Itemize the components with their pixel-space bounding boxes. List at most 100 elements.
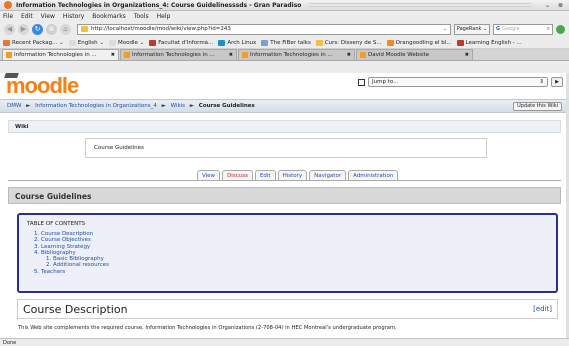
tab-navigator[interactable]: Navigator [309, 170, 347, 180]
bookmark-label: Curs: Disseny de S... [324, 39, 382, 46]
tab-view[interactable]: View [197, 170, 221, 180]
home-button[interactable]: ⌂ [60, 23, 71, 35]
breadcrumb-course[interactable]: Information Technologies in Organization… [35, 103, 157, 109]
toc-link-basic-bibliography[interactable]: Basic Bibliography [53, 256, 104, 262]
addon-icon[interactable] [556, 24, 565, 34]
menu-bar: File Edit View History Bookmarks Tools H… [0, 11, 569, 21]
breadcrumb-sep: ► [189, 103, 195, 109]
toc-link-bibliography[interactable]: Bibliography [41, 250, 76, 256]
close-tab-icon[interactable]: ✖ [111, 52, 115, 58]
url-input[interactable]: http://localhost/moodle/mod/wiki/view.ph… [91, 26, 443, 32]
bookmark-favicon-icon [218, 39, 226, 46]
search-icon[interactable]: ⌕ [547, 25, 550, 33]
wiki-summary: Course Guidelines [85, 138, 487, 158]
bookmark-item[interactable]: Facultat d'Informà... [149, 39, 213, 46]
bookmark-item[interactable]: Learning English - ... [456, 39, 522, 46]
status-bar: Done [0, 338, 569, 346]
tab-divider [8, 180, 561, 181]
bookmark-favicon-icon [149, 39, 157, 46]
bookmark-favicon-icon [109, 39, 116, 46]
tab-edit[interactable]: Edit [254, 170, 276, 180]
close-window-button[interactable]: ⊗ [556, 1, 565, 10]
menu-tools[interactable]: Tools [134, 13, 149, 20]
page-title: Course Guidelines [8, 187, 561, 204]
browser-tab[interactable]: Information Technologies in ... ✖ [238, 49, 355, 60]
search-input[interactable]: Google [502, 26, 547, 32]
toc-link-course-description[interactable]: Course Description [41, 231, 93, 237]
breadcrumb: DMW ► Information Technologies in Organi… [0, 99, 569, 113]
tab-strip: Information Technologies in ... ✖ Informat… [0, 49, 569, 61]
update-wiki-button[interactable]: Update this Wiki [513, 101, 562, 111]
bookmark-item[interactable]: Recent Packag... ⌄ [3, 39, 64, 46]
bookmark-item[interactable]: Arch Linux [218, 39, 257, 46]
bookmark-item[interactable]: Moodle ⌄ [109, 39, 144, 46]
moodle-favicon-icon [6, 52, 12, 58]
menu-view[interactable]: View [41, 13, 55, 20]
window-title: Information Technologies in Organization… [16, 1, 302, 9]
reload-button[interactable]: ↻ [32, 23, 43, 35]
window-titlebar: Information Technologies in Organization… [0, 0, 569, 11]
tab-history[interactable]: History [277, 170, 308, 180]
login-icon[interactable] [358, 78, 365, 86]
jump-to-select[interactable]: Jump to... ⇕ [368, 77, 548, 87]
toc-link-additional-resources[interactable]: Additional resources [53, 262, 109, 268]
table-of-contents: TABLE OF CONTENTS Course Description Cou… [17, 213, 558, 293]
section-course-description: Course Description [edit] [17, 299, 558, 319]
menu-help[interactable]: Help [157, 13, 171, 20]
pagerank-button[interactable]: PageRank ⌄ [454, 23, 490, 35]
close-tab-icon[interactable]: ✖ [465, 52, 469, 58]
bookmark-label: Arch Linux [227, 39, 257, 46]
google-engine-icon[interactable]: G [496, 26, 500, 32]
bookmark-favicon-icon [315, 39, 323, 46]
toc-link-learning-strategy[interactable]: Learning Strategy [41, 244, 90, 250]
tab-administration[interactable]: Administration [348, 170, 399, 180]
menu-history[interactable]: History [63, 13, 84, 20]
bookmark-item[interactable]: Curs: Disseny de S... [315, 39, 382, 46]
tab-label: Information Technologies in ... [14, 52, 97, 58]
menu-file[interactable]: File [3, 13, 13, 20]
breadcrumb-dmw[interactable]: DMW [7, 103, 21, 109]
search-box[interactable]: G Google ⌕ [493, 23, 553, 35]
moodle-favicon-icon [124, 52, 130, 58]
moodle-favicon-icon [360, 52, 366, 58]
bookmark-item[interactable]: Orangoodling el bl... [386, 39, 452, 46]
jump-go-button[interactable]: ▶ [551, 77, 563, 87]
jump-to-label: Jump to... [372, 79, 399, 85]
bookmark-favicon-icon [68, 39, 76, 46]
jump-to-box: Jump to... ⇕ ▶ [358, 77, 563, 87]
mortarboard-icon [4, 73, 19, 78]
bookmark-item[interactable]: The FiBer talks [261, 39, 311, 46]
tab-label: David Moodle Website [368, 52, 430, 58]
bookmark-label: Orangoodling el bl... [395, 39, 452, 46]
breadcrumb-wikis[interactable]: Wikis [171, 103, 185, 109]
toc-link-course-objectives[interactable]: Course Objectives [41, 237, 91, 243]
forward-button[interactable]: ▶ [18, 23, 29, 35]
back-button[interactable]: ◀ [4, 23, 15, 35]
minimize-button[interactable]: ⌄ [543, 1, 552, 10]
bookmark-favicon-icon [261, 39, 269, 46]
url-history-dropdown-icon[interactable]: ⌄ [443, 26, 447, 32]
select-arrow-icon: ⇕ [539, 79, 544, 85]
stop-button[interactable]: ⊗ [46, 23, 57, 35]
bookmark-item[interactable]: English ⌄ [68, 39, 104, 46]
close-tab-icon[interactable]: ✖ [347, 52, 351, 58]
moodle-header: moodle Jump to... ⇕ ▶ [0, 73, 569, 99]
menu-bookmarks[interactable]: Bookmarks [92, 13, 126, 20]
url-bar[interactable]: http://localhost/moodle/mod/wiki/view.ph… [77, 23, 451, 35]
tab-label: Information Technologies in ... [250, 52, 333, 58]
bookmark-favicon-icon [3, 39, 10, 46]
toc-link-teachers[interactable]: Teachers [41, 269, 65, 275]
tab-discuss[interactable]: Discuss [222, 170, 253, 180]
moodle-logo[interactable]: moodle [4, 73, 79, 99]
edit-section-link[interactable]: [edit] [533, 305, 552, 313]
browser-tab[interactable]: Information Technologies in ... ✖ [120, 49, 237, 60]
bookmarks-toolbar: Recent Packag... ⌄ English ⌄ Moodle ⌄ Facul… [0, 37, 569, 49]
menu-edit[interactable]: Edit [21, 13, 33, 20]
bookmark-label: Learning English - ... [465, 39, 522, 46]
close-tab-icon[interactable]: ✖ [229, 52, 233, 58]
browser-tab[interactable]: David Moodle Website ✖ [356, 49, 473, 60]
firefox-icon [4, 1, 12, 9]
section-body-text: This Web site complements the required c… [18, 325, 397, 331]
browser-tab[interactable]: Information Technologies in ... ✖ [2, 49, 119, 60]
breadcrumb-sep: ► [26, 103, 31, 109]
